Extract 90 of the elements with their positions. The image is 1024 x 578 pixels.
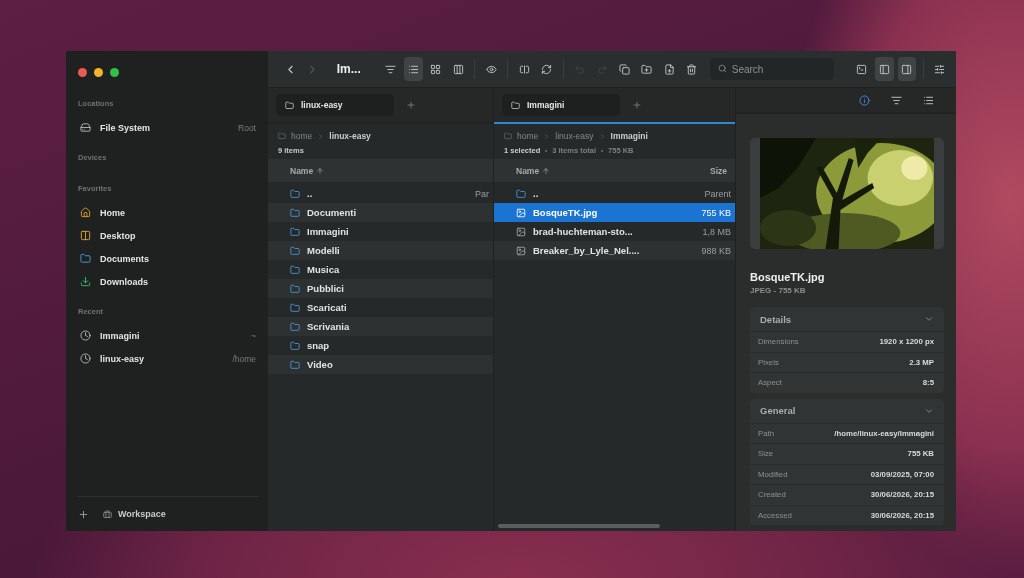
folder-icon: [290, 340, 300, 351]
window-title: Im...: [336, 62, 361, 76]
folder-icon: [285, 100, 294, 110]
sort-icon: [385, 63, 397, 75]
sidebar-item[interactable]: File System: [100, 122, 230, 133]
briefcase-icon: [103, 509, 112, 519]
maximize-button[interactable]: [110, 68, 119, 77]
search-field[interactable]: Search: [709, 58, 834, 80]
sidebar-item[interactable]: Documents: [100, 253, 258, 264]
file-row[interactable]: .. Parent: [494, 184, 735, 203]
breadcrumb-item[interactable]: home: [291, 131, 313, 141]
scrollbar-thumb[interactable]: [498, 524, 660, 528]
list-icon: [407, 63, 419, 75]
sliders-icon: [934, 63, 946, 75]
pane-tab[interactable]: linux-easy: [276, 94, 394, 116]
file-row[interactable]: Scaricati: [268, 298, 493, 317]
sidebar-item-detail: ~: [251, 330, 256, 341]
new-tab-icon[interactable]: [632, 100, 642, 110]
column-heading[interactable]: Size: [710, 165, 727, 176]
columns-icon: [452, 63, 464, 75]
folder-icon: [504, 132, 512, 140]
clock-icon: [80, 353, 91, 364]
grid-icon: [430, 63, 442, 75]
breadcrumb-item[interactable]: home: [517, 131, 539, 141]
drive-icon: [80, 122, 91, 133]
left-panel-icon: [878, 63, 890, 75]
clock-icon: [80, 330, 91, 341]
workspace-label[interactable]: Workspace: [118, 509, 166, 519]
folder-icon: [290, 226, 300, 237]
minimize-button[interactable]: [94, 68, 103, 77]
folder-icon: [516, 188, 526, 199]
folder-icon: [290, 245, 300, 256]
download-icon: [80, 276, 91, 287]
desktop-icon: [80, 230, 91, 241]
file-row[interactable]: Modelli: [268, 241, 493, 260]
image-file-icon: [516, 207, 526, 218]
column-heading[interactable]: Name: [516, 165, 551, 176]
card-title[interactable]: Details: [760, 313, 792, 325]
folder-icon: [290, 188, 300, 199]
right-panel-icon: [901, 63, 913, 75]
chevron-icon: [543, 132, 551, 140]
folder-icon: [511, 100, 520, 110]
file-row[interactable]: snap: [268, 336, 493, 355]
file-row[interactable]: BosqueTK.jpg 755 KB: [494, 203, 735, 222]
folder-icon: [290, 302, 300, 313]
sidebar-item-detail: Root: [238, 122, 256, 133]
sidebar-item[interactable]: Downloads: [100, 276, 258, 287]
sidebar-item[interactable]: Home: [100, 207, 258, 218]
file-name: BosqueTK.jpg: [750, 271, 826, 283]
left-panel-toggle[interactable]: [875, 57, 894, 81]
chevron-down-icon[interactable]: [924, 314, 934, 324]
file-row[interactable]: Scrivania: [268, 317, 493, 336]
terminal-icon: [856, 63, 868, 75]
folder-icon: [290, 359, 300, 370]
sidebar-item[interactable]: linux-easy: [100, 353, 224, 364]
folder-icon: [290, 207, 300, 218]
card-title[interactable]: General: [760, 405, 796, 416]
file-row[interactable]: Musica: [268, 260, 493, 279]
breadcrumb-item[interactable]: linux-easy: [329, 131, 371, 141]
pane-tab[interactable]: Immagini: [502, 94, 620, 116]
file-row[interactable]: Immagini: [268, 222, 493, 241]
folder-icon: [80, 253, 91, 264]
breadcrumb-item[interactable]: linux-easy: [555, 131, 594, 141]
image-file-icon: [516, 245, 526, 256]
image-file-icon: [516, 226, 526, 237]
file-type: JPEG - 755 KB: [750, 286, 807, 295]
file-row[interactable]: brad-huchteman-sto... 1,8 MB: [494, 222, 735, 241]
add-icon[interactable]: [78, 508, 89, 520]
list-view-button[interactable]: [404, 57, 423, 81]
folder-icon: [290, 283, 300, 294]
new-tab-icon[interactable]: [406, 100, 416, 110]
folder-icon: [290, 264, 300, 275]
sidebar-item[interactable]: Immagini: [100, 330, 243, 341]
file-row[interactable]: Video: [268, 355, 493, 374]
file-row[interactable]: Breaker_by_Lyle_Nel.... 988 KB: [494, 241, 735, 260]
house-icon: [80, 207, 91, 218]
close-button[interactable]: [78, 68, 87, 77]
breadcrumb-item[interactable]: Immagini: [610, 131, 648, 141]
file-row[interactable]: Documenti: [268, 203, 493, 222]
right-panel-toggle[interactable]: [897, 57, 916, 81]
chevron-icon: [598, 132, 606, 140]
file-row[interactable]: Pubblici: [268, 279, 493, 298]
file-row[interactable]: .. Par: [268, 184, 493, 203]
sidebar-item-detail: /home: [232, 353, 256, 364]
folder-icon: [278, 132, 286, 140]
folder-icon: [290, 321, 300, 332]
sidebar-item[interactable]: Desktop: [100, 230, 258, 241]
column-heading[interactable]: Name: [290, 165, 325, 176]
search-icon: [717, 64, 727, 73]
chevron-icon: [317, 132, 325, 140]
